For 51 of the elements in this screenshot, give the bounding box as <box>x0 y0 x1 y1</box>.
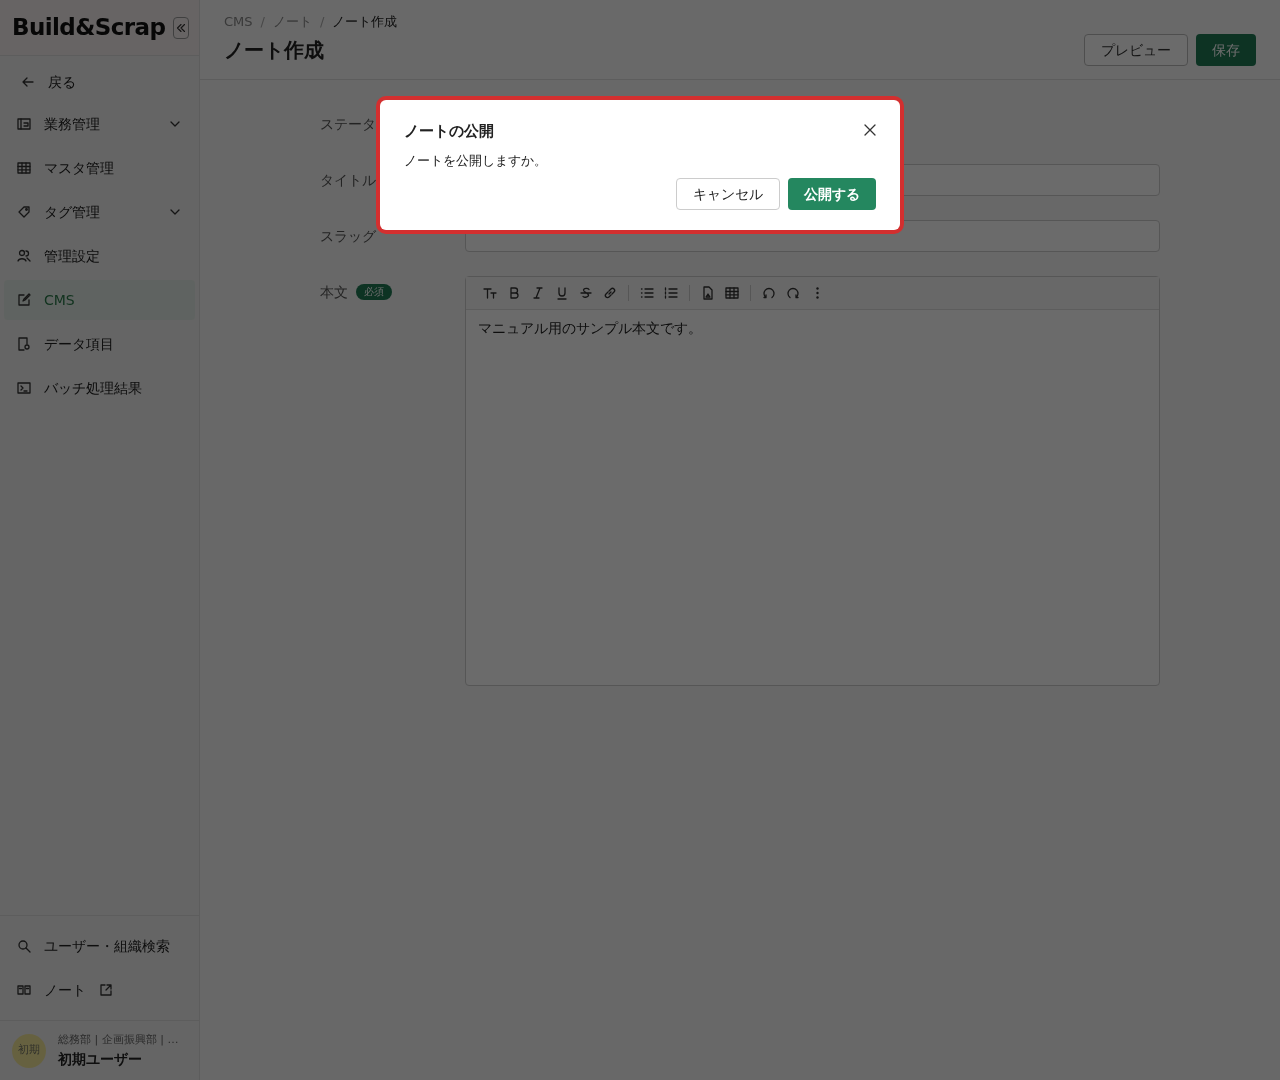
strikethrough-icon <box>578 285 594 301</box>
search-icon <box>16 938 32 954</box>
users-icon <box>16 248 32 264</box>
breadcrumb-separator: / <box>260 13 265 31</box>
page-title: ノート作成 <box>224 36 325 64</box>
dialog-title: ノートの公開 <box>404 121 494 142</box>
field-label: ステータ <box>320 115 376 134</box>
sidebar-item[interactable]: データ項目 <box>4 324 195 364</box>
bullet-list-icon <box>639 285 655 301</box>
save-button[interactable]: 保存 <box>1196 34 1256 66</box>
link-icon <box>602 285 618 301</box>
wallet-icon <box>16 116 32 132</box>
rich-text-editor[interactable]: マニュアル用のサンプル本文です。 <box>465 276 1160 686</box>
sidebar-item[interactable]: タグ管理 <box>4 192 195 232</box>
editor-content: マニュアル用のサンプル本文です。 <box>477 319 703 338</box>
sidebar-item[interactable]: バッチ処理結果 <box>4 368 195 408</box>
external-link-icon <box>98 982 114 998</box>
image-file-icon <box>700 285 716 301</box>
tag-icon <box>16 204 32 220</box>
undo-icon <box>761 285 777 301</box>
redo-icon <box>785 285 801 301</box>
collapse-sidebar-button[interactable] <box>173 16 190 39</box>
dialog-message: ノートを公開しますか。 <box>404 151 548 170</box>
close-icon <box>862 122 878 138</box>
sidebar-item[interactable]: CMS <box>4 280 195 320</box>
table-icon <box>724 285 740 301</box>
table-icon <box>16 160 32 176</box>
sidebar-item[interactable]: マスタ管理 <box>4 148 195 188</box>
cancel-button[interactable]: キャンセル <box>676 178 780 210</box>
breadcrumb-link[interactable]: ノート作成 <box>332 12 398 32</box>
app-logo: Build&Scrap <box>12 13 166 43</box>
preview-button[interactable]: プレビュー <box>1084 34 1188 66</box>
field-label: タイトル <box>320 171 376 190</box>
document-icon <box>16 336 32 352</box>
sidebar-item[interactable]: 管理設定 <box>4 236 195 276</box>
user-name: 初期ユーザー <box>58 1049 143 1069</box>
field-label: スラッグ <box>320 227 376 246</box>
text-size-icon <box>482 285 498 301</box>
breadcrumb-separator: / <box>319 13 325 31</box>
terminal-icon <box>16 380 32 396</box>
field-label: 本文 <box>320 283 348 302</box>
sidebar-item[interactable]: 業務管理 <box>4 104 195 144</box>
numbered-list-icon <box>663 285 679 301</box>
book-icon <box>16 982 32 998</box>
more-vertical-icon <box>815 287 819 299</box>
back-link[interactable]: 戻る <box>4 64 195 100</box>
sidebar-link[interactable]: ノート <box>4 968 195 1012</box>
sidebar-link[interactable]: ユーザー・組織検索 <box>4 924 195 968</box>
publish-button[interactable]: 公開する <box>788 178 876 210</box>
edit-icon <box>16 292 32 308</box>
required-badge: 必須 <box>356 284 392 300</box>
